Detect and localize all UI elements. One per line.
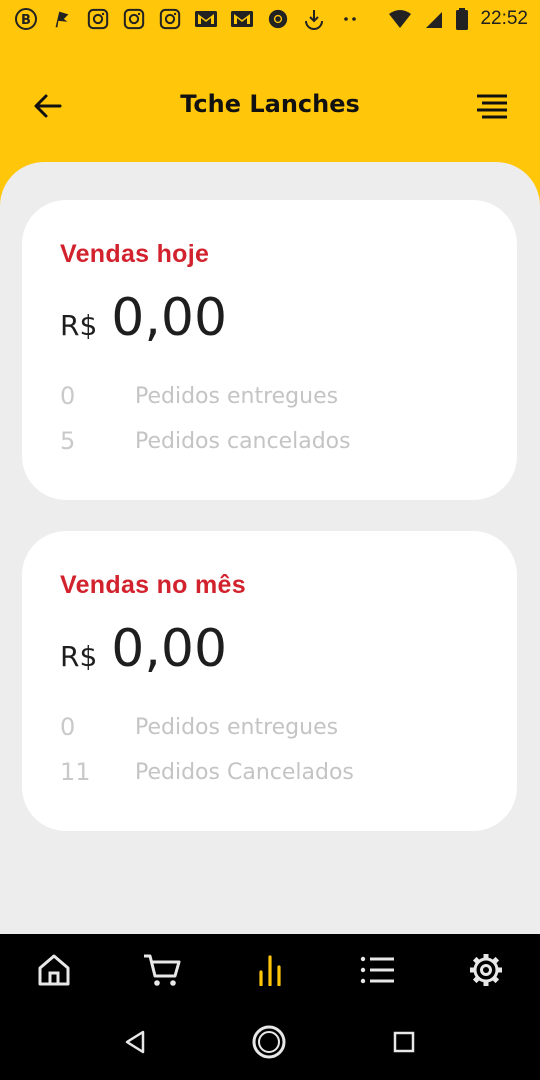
page-title: Tche Lanches: [180, 90, 360, 118]
triangle-back-icon: [123, 1029, 147, 1059]
system-nav-bar: [0, 1010, 540, 1080]
cart-icon: [142, 952, 182, 992]
circle-home-icon: [251, 1024, 287, 1064]
cancelled-orders-row: 5 Pedidos cancelados: [60, 427, 351, 455]
cancelled-label: Pedidos cancelados: [135, 428, 351, 454]
bar-chart-icon: [256, 954, 284, 990]
delivered-count: 0: [60, 382, 76, 410]
cancelled-label: Pedidos Cancelados: [135, 759, 354, 785]
wifi-icon: [386, 6, 414, 32]
amount-row: R$ 0,00: [60, 619, 227, 679]
nav-home[interactable]: [30, 948, 78, 996]
instagram-icon: [156, 6, 184, 32]
status-time: 22:52: [480, 8, 528, 29]
bitcoin-icon: B: [12, 6, 40, 32]
square-recents-icon: [392, 1030, 416, 1058]
menu-button[interactable]: [472, 88, 512, 128]
notification-icons: B: [12, 6, 364, 32]
daily-sales-card: Vendas hoje R$ 0,00 0 Pedidos entregues …: [22, 200, 517, 500]
bottom-nav: [0, 934, 540, 1010]
sales-amount: 0,00: [111, 619, 228, 679]
menu-icon: [475, 93, 509, 123]
card-title: Vendas no mês: [60, 571, 246, 599]
nav-reports[interactable]: [246, 948, 294, 996]
gmail-icon: [192, 6, 220, 32]
system-home-button[interactable]: [247, 1022, 291, 1066]
signal-icon: [420, 6, 448, 32]
instagram-icon: [84, 6, 112, 32]
delivered-label: Pedidos entregues: [135, 383, 339, 409]
download-icon: [300, 6, 328, 32]
system-recents-button[interactable]: [382, 1022, 426, 1066]
currency-symbol: R$: [60, 640, 98, 673]
settings-icon: [467, 951, 505, 993]
delivered-orders-row: 0 Pedidos entregues: [60, 713, 338, 741]
dots-icon: [336, 6, 364, 32]
cancelled-count: 11: [60, 758, 91, 786]
system-back-button[interactable]: [113, 1022, 157, 1066]
app-header: Tche Lanches: [0, 66, 540, 150]
card-title: Vendas hoje: [60, 240, 210, 268]
flag-icon: [48, 6, 76, 32]
delivered-label: Pedidos entregues: [135, 714, 339, 740]
battery-icon: [454, 6, 470, 32]
cancelled-count: 5: [60, 427, 76, 455]
status-bar: B 22:52: [0, 0, 540, 38]
amount-row: R$ 0,00: [60, 288, 227, 348]
nav-cart[interactable]: [138, 948, 186, 996]
nav-orders[interactable]: [354, 948, 402, 996]
gmail-icon: [228, 6, 256, 32]
currency-symbol: R$: [60, 309, 98, 342]
list-icon: [360, 955, 396, 989]
cancelled-orders-row: 11 Pedidos Cancelados: [60, 758, 354, 786]
system-icons: 22:52: [386, 6, 528, 32]
monthly-sales-card: Vendas no mês R$ 0,00 0 Pedidos entregue…: [22, 531, 517, 831]
instagram-icon: [120, 6, 148, 32]
delivered-orders-row: 0 Pedidos entregues: [60, 382, 338, 410]
svg-text:B: B: [21, 13, 31, 28]
home-icon: [36, 952, 72, 992]
content-area: Vendas hoje R$ 0,00 0 Pedidos entregues …: [0, 162, 540, 934]
nav-settings[interactable]: [462, 948, 510, 996]
delivered-count: 0: [60, 713, 76, 741]
chrome-icon: [264, 6, 292, 32]
sales-amount: 0,00: [111, 288, 228, 348]
